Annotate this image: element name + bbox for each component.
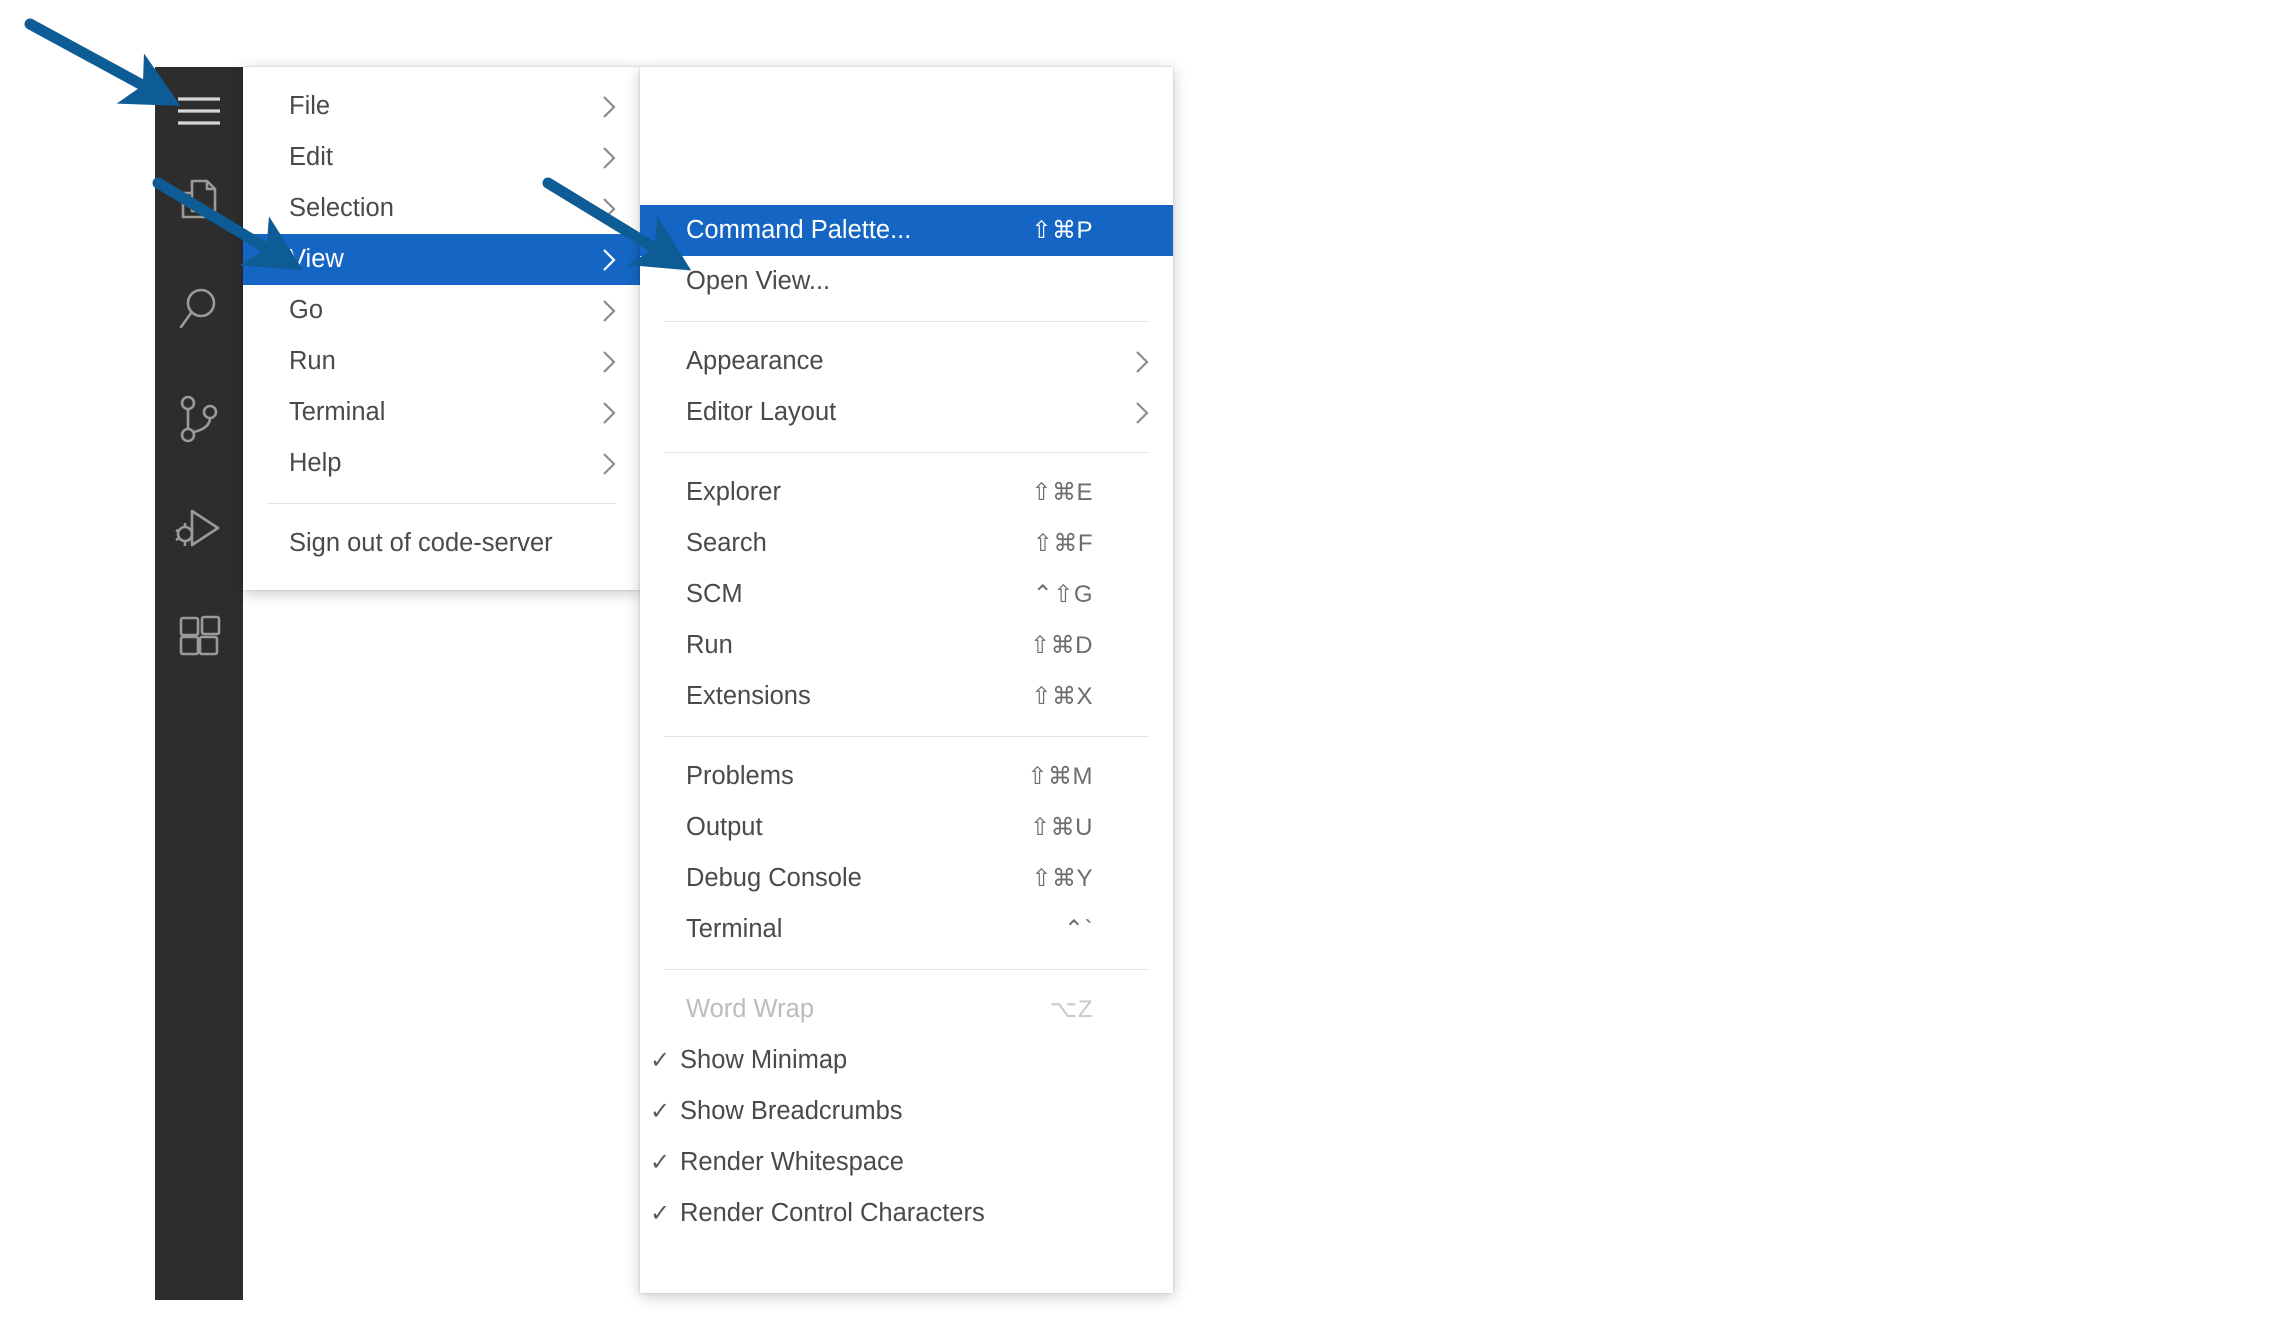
menu-item-shortcut: ⌃⇧G — [1033, 580, 1093, 609]
menu-item-label: Search — [686, 529, 993, 558]
explorer-icon[interactable] — [155, 155, 243, 243]
application-menu-panel: File Edit Selection — [243, 67, 640, 590]
checkmark-icon: ✓ — [640, 1049, 680, 1073]
view-submenu-list: Command Palette... ⇧⌘P Open View... Appe… — [640, 67, 1173, 1253]
menu-item-label: Show Breadcrumbs — [680, 1097, 1093, 1126]
chevron-right-icon — [600, 349, 618, 375]
arrow-to-hamburger-menu — [30, 24, 168, 99]
menu-item-label: Word Wrap — [686, 995, 1010, 1024]
extensions-icon[interactable] — [155, 595, 243, 683]
menu-item-command-palette[interactable]: Command Palette... ⇧⌘P — [640, 205, 1173, 256]
activity-bar — [155, 67, 243, 1300]
menu-separator — [664, 969, 1149, 970]
menu-item-file[interactable]: File — [243, 81, 640, 132]
menu-item-shortcut: ⇧⌘F — [1033, 529, 1093, 558]
menu-item-label: Extensions — [686, 682, 991, 711]
checkmark-icon: ✓ — [640, 1202, 680, 1226]
menu-item-label: Terminal — [686, 915, 1024, 944]
menu-item-label: Terminal — [289, 398, 560, 427]
menu-separator — [664, 321, 1149, 322]
chevron-right-icon — [600, 298, 618, 324]
menu-item-shortcut: ⇧⌘P — [1031, 216, 1093, 245]
menu-item-shortcut: ⇧⌘D — [1030, 631, 1093, 660]
menu-item-shortcut: ⌥Z — [1050, 995, 1093, 1024]
chevron-right-icon — [1133, 400, 1151, 426]
menu-item-debug-console[interactable]: Debug Console ⇧⌘Y — [640, 853, 1173, 904]
menu-item-label: Show Minimap — [680, 1046, 1093, 1075]
menu-item-label: Command Palette... — [686, 216, 991, 245]
menu-item-label: File — [289, 92, 560, 121]
menu-item-label: Edit — [289, 143, 560, 172]
menu-item-label: Render Control Characters — [680, 1199, 1093, 1228]
menu-item-label: Problems — [686, 762, 987, 791]
menu-item-label: Render Whitespace — [680, 1148, 1093, 1177]
menu-item-label: Sign out of code-server — [289, 529, 560, 558]
menu-item-sign-out[interactable]: Sign out of code-server — [243, 518, 640, 569]
screenshot-root: File Edit Selection — [0, 0, 2294, 1326]
menu-item-scm[interactable]: SCM ⌃⇧G — [640, 569, 1173, 620]
chevron-right-icon — [1133, 349, 1151, 375]
menu-item-label: Run — [289, 347, 560, 376]
menu-hamburger-icon[interactable] — [155, 67, 243, 155]
menu-separator — [664, 736, 1149, 737]
menu-item-render-control-characters[interactable]: ✓ Render Control Characters — [640, 1188, 1173, 1239]
chevron-right-icon — [600, 247, 618, 273]
menu-item-label: SCM — [686, 580, 993, 609]
menu-item-label: Explorer — [686, 478, 991, 507]
menu-separator — [664, 452, 1149, 453]
menu-item-label: Appearance — [686, 347, 1093, 376]
menu-item-label: Open View... — [686, 267, 1093, 296]
menu-item-label: Output — [686, 813, 990, 842]
menu-item-selection[interactable]: Selection — [243, 183, 640, 234]
menu-item-shortcut: ⇧⌘E — [1031, 478, 1093, 507]
menu-item-terminal[interactable]: Terminal ⌃` — [640, 904, 1173, 955]
menu-item-search[interactable]: Search ⇧⌘F — [640, 518, 1173, 569]
menu-item-extensions[interactable]: Extensions ⇧⌘X — [640, 671, 1173, 722]
chevron-right-icon — [600, 451, 618, 477]
source-control-icon[interactable] — [155, 375, 243, 463]
menu-item-label: Help — [289, 449, 560, 478]
menu-item-go[interactable]: Go — [243, 285, 640, 336]
menu-separator — [267, 503, 616, 504]
menu-item-word-wrap: Word Wrap ⌥Z — [640, 984, 1173, 1035]
search-icon[interactable] — [155, 265, 243, 353]
menu-item-label: Go — [289, 296, 560, 325]
menu-item-output[interactable]: Output ⇧⌘U — [640, 802, 1173, 853]
menu-item-shortcut: ⇧⌘Y — [1031, 864, 1093, 893]
menu-item-problems[interactable]: Problems ⇧⌘M — [640, 751, 1173, 802]
chevron-right-icon — [600, 94, 618, 120]
menu-item-label: Debug Console — [686, 864, 991, 893]
menu-item-help[interactable]: Help — [243, 438, 640, 489]
menu-item-show-minimap[interactable]: ✓ Show Minimap — [640, 1035, 1173, 1086]
menu-item-run[interactable]: Run ⇧⌘D — [640, 620, 1173, 671]
chevron-right-icon — [600, 400, 618, 426]
checkmark-icon: ✓ — [640, 1100, 680, 1124]
menu-item-show-breadcrumbs[interactable]: ✓ Show Breadcrumbs — [640, 1086, 1173, 1137]
menu-item-label: View — [289, 245, 560, 274]
view-submenu-panel: Command Palette... ⇧⌘P Open View... Appe… — [640, 67, 1173, 1293]
menu-item-view[interactable]: View — [243, 234, 640, 285]
checkmark-icon: ✓ — [640, 1151, 680, 1175]
chevron-right-icon — [600, 196, 618, 222]
application-menu-list: File Edit Selection — [243, 67, 640, 583]
menu-item-shortcut: ⇧⌘U — [1030, 813, 1093, 842]
menu-item-terminal[interactable]: Terminal — [243, 387, 640, 438]
menu-item-editor-layout[interactable]: Editor Layout — [640, 387, 1173, 438]
menu-item-appearance[interactable]: Appearance — [640, 336, 1173, 387]
run-debug-icon[interactable] — [155, 485, 243, 573]
menu-item-open-view[interactable]: Open View... — [640, 256, 1173, 307]
menu-item-shortcut: ⇧⌘M — [1027, 762, 1093, 791]
chevron-right-icon — [600, 145, 618, 171]
menu-item-edit[interactable]: Edit — [243, 132, 640, 183]
menu-item-label: Run — [686, 631, 990, 660]
menu-item-label: Editor Layout — [686, 398, 1093, 427]
menu-item-explorer[interactable]: Explorer ⇧⌘E — [640, 467, 1173, 518]
menu-item-run[interactable]: Run — [243, 336, 640, 387]
menu-item-shortcut: ⇧⌘X — [1031, 682, 1093, 711]
menu-item-label: Selection — [289, 194, 560, 223]
menu-item-shortcut: ⌃` — [1064, 915, 1093, 944]
menu-item-render-whitespace[interactable]: ✓ Render Whitespace — [640, 1137, 1173, 1188]
